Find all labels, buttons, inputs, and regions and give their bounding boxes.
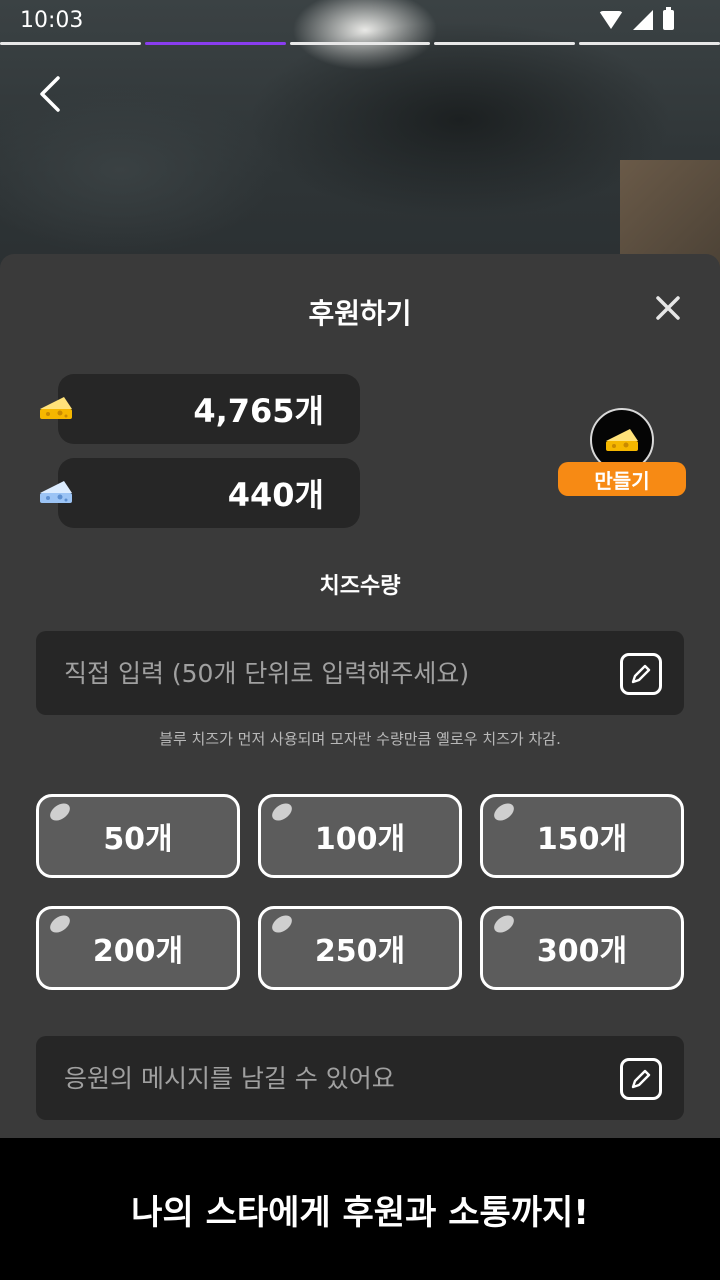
blue-cheese-amount: 440개 — [58, 458, 360, 528]
shine-icon — [268, 799, 296, 825]
chevron-left-icon — [40, 76, 60, 112]
blue-cheese-balance: 440개 — [38, 458, 368, 528]
shine-icon — [46, 911, 74, 937]
amount-option-50[interactable]: 50개 — [36, 794, 240, 878]
story-progress-segment-active — [144, 42, 286, 45]
amount-label: 200개 — [92, 934, 184, 969]
amount-option-100[interactable]: 100개 — [258, 794, 462, 878]
shine-icon — [490, 911, 518, 937]
message-input[interactable] — [64, 1063, 604, 1093]
story-progress-segment — [0, 42, 141, 45]
story-progress-segment — [579, 42, 720, 45]
amount-label: 50개 — [103, 822, 173, 857]
back-button[interactable] — [32, 70, 72, 118]
donation-sheet: 후원하기 4,765개 440개 만들기 치즈수량 직접 입력 (50개 단위로… — [0, 254, 720, 1138]
amount-label: 100개 — [314, 822, 406, 857]
story-progress — [0, 42, 720, 45]
yellow-cheese-balance: 4,765개 — [38, 374, 368, 444]
battery-icon — [663, 7, 674, 30]
make-cheese[interactable]: 만들기 — [558, 406, 686, 498]
shine-icon — [490, 799, 518, 825]
edit-icon[interactable] — [620, 653, 662, 695]
story-progress-segment — [289, 42, 431, 45]
message-field[interactable] — [36, 1036, 684, 1120]
wifi-icon — [599, 11, 623, 29]
close-button[interactable] — [652, 292, 684, 324]
signal-icon — [633, 10, 653, 30]
amount-label: 300개 — [536, 934, 628, 969]
yellow-cheese-amount: 4,765개 — [58, 374, 360, 444]
sheet-title: 후원하기 — [308, 297, 412, 330]
amount-options: 50개 100개 150개 200개 250개 300개 — [36, 794, 684, 990]
promo-banner: 나의 스타에게 후원과 소통까지! — [0, 1138, 720, 1280]
status-icons — [599, 7, 674, 30]
shine-icon — [268, 911, 296, 937]
make-button[interactable]: 만들기 — [558, 462, 686, 496]
amount-label: 250개 — [314, 934, 406, 969]
direct-input-field[interactable] — [36, 631, 684, 715]
usage-hint: 블루 치즈가 먼저 사용되며 모자란 수량만큼 옐로우 치즈가 차감. — [159, 730, 561, 748]
amount-option-250[interactable]: 250개 — [258, 906, 462, 990]
quantity-label: 치즈수량 — [319, 574, 401, 599]
close-icon — [656, 296, 680, 320]
story-progress-segment — [434, 42, 576, 45]
direct-input[interactable] — [64, 658, 604, 688]
status-bar: 10:03 — [0, 0, 720, 44]
status-time: 10:03 — [20, 8, 84, 33]
cheese-icon — [606, 429, 638, 451]
yellow-cheese-icon — [38, 395, 74, 425]
amount-label: 150개 — [536, 822, 628, 857]
amount-option-150[interactable]: 150개 — [480, 794, 684, 878]
shine-icon — [46, 799, 74, 825]
amount-option-300[interactable]: 300개 — [480, 906, 684, 990]
amount-option-200[interactable]: 200개 — [36, 906, 240, 990]
blue-cheese-icon — [38, 479, 74, 509]
edit-icon[interactable] — [620, 1058, 662, 1100]
